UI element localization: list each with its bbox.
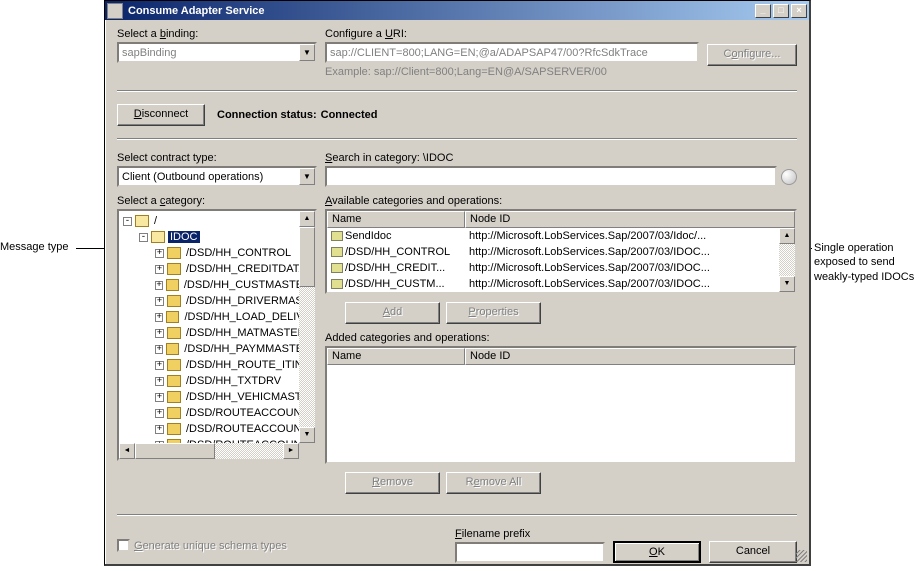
binding-value: sapBinding — [122, 47, 176, 59]
operation-icon — [331, 231, 343, 241]
uri-label: Configure a URI: — [325, 28, 699, 40]
scroll-left-icon[interactable]: ◄ — [119, 443, 135, 459]
available-label: Available categories and operations: — [325, 195, 797, 207]
tree-item[interactable]: +/DSD/HH_MATMASTER — [121, 325, 313, 341]
disconnect-button[interactable]: Disconnect — [117, 104, 205, 126]
schema-label: Generate unique schema types — [134, 540, 287, 552]
binding-combo[interactable]: sapBinding ▼ — [117, 42, 317, 63]
tree-item[interactable]: +/DSD/HH_TXTDRV — [121, 373, 313, 389]
divider-1 — [117, 90, 797, 92]
list-item[interactable]: /DSD/HH_CREDIT...http://Microsoft.LobSer… — [327, 260, 795, 276]
col-name[interactable]: Name — [327, 348, 465, 365]
add-button[interactable]: Add — [345, 302, 440, 324]
scroll-down-icon[interactable]: ▼ — [299, 427, 315, 443]
remove-all-button[interactable]: Remove All — [446, 472, 541, 494]
operation-icon — [331, 279, 343, 289]
search-label: Search in category: \IDOC — [325, 152, 797, 164]
tree-item[interactable]: +/DSD/ROUTEACCOUNT — [121, 405, 313, 421]
filename-label: Filename prefix — [455, 528, 605, 540]
contract-combo[interactable]: Client (Outbound operations) ▼ — [117, 166, 317, 187]
tree-item[interactable]: +/DSD/HH_CREDITDATA — [121, 261, 313, 277]
resize-grip-icon[interactable] — [795, 550, 807, 562]
available-listview[interactable]: Name Node ID SendIdochttp://Microsoft.Lo… — [325, 209, 797, 294]
binding-label: Select a binding: — [117, 28, 317, 40]
col-name[interactable]: Name — [327, 211, 465, 228]
window-title: Consume Adapter Service — [126, 5, 755, 17]
col-nodeid[interactable]: Node ID — [465, 348, 795, 365]
ok-button[interactable]: OK — [613, 541, 701, 563]
configure-button[interactable]: Configure... — [707, 44, 797, 66]
added-label: Added categories and operations: — [325, 332, 797, 344]
tree-item[interactable]: +/DSD/HH_ROUTE_ITINE — [121, 357, 313, 373]
tree-item[interactable]: +/DSD/HH_CONTROL — [121, 245, 313, 261]
uri-example: Example: sap://Client=800;Lang=EN@A/SAPS… — [325, 66, 699, 78]
connection-status: Connection status:Connected — [217, 109, 377, 121]
tree-item[interactable]: +/DSD/HH_DRIVERMAST — [121, 293, 313, 309]
tree-item[interactable]: +/DSD/HH_VEHICMAST — [121, 389, 313, 405]
titlebar[interactable]: Consume Adapter Service _ □ × — [105, 1, 809, 20]
chevron-down-icon: ▼ — [299, 168, 315, 185]
divider-2 — [117, 138, 797, 140]
tree-item[interactable]: +/DSD/ROUTEACCOUNT — [121, 421, 313, 437]
tree-scrollbar-v[interactable]: ▲ ▼ — [299, 211, 315, 459]
schema-checkbox-wrap[interactable]: Generate unique schema types — [117, 539, 447, 552]
cancel-button[interactable]: Cancel — [709, 541, 797, 563]
tree-item-idoc[interactable]: -IDOC — [121, 229, 313, 245]
tree-scrollbar-h[interactable]: ◄ ► — [119, 443, 299, 459]
category-label: Select a category: — [117, 195, 317, 207]
category-tree[interactable]: -/-IDOC+/DSD/HH_CONTROL+/DSD/HH_CREDITDA… — [117, 209, 317, 461]
tree-item[interactable]: +/DSD/HH_LOAD_DELIVE — [121, 309, 313, 325]
chevron-down-icon: ▼ — [299, 44, 315, 61]
list-item[interactable]: SendIdochttp://Microsoft.LobServices.Sap… — [327, 228, 795, 244]
divider-3 — [117, 514, 797, 516]
uri-value: sap://CLIENT=800;LANG=EN;@a/ADAPSAP47/00… — [330, 47, 648, 59]
col-nodeid[interactable]: Node ID — [465, 211, 795, 228]
annotation-single-operation: Single operation exposed to send weakly-… — [814, 241, 919, 284]
scroll-down-icon[interactable]: ▼ — [779, 276, 795, 292]
properties-button[interactable]: Properties — [446, 302, 541, 324]
scroll-up-icon[interactable]: ▲ — [779, 228, 795, 244]
schema-checkbox[interactable] — [117, 539, 130, 552]
dialog-window: Consume Adapter Service _ □ × Select a b… — [104, 0, 811, 566]
minimize-button[interactable]: _ — [755, 4, 771, 18]
operation-icon — [331, 263, 343, 273]
list-item[interactable]: /DSD/HH_CUSTM...http://Microsoft.LobServ… — [327, 276, 795, 292]
close-button[interactable]: × — [791, 4, 807, 18]
operation-icon — [331, 247, 343, 257]
remove-button[interactable]: Remove — [345, 472, 440, 494]
search-go-icon[interactable] — [781, 169, 797, 185]
scroll-right-icon[interactable]: ► — [283, 443, 299, 459]
tree-item[interactable]: +/DSD/HH_PAYMMASTER — [121, 341, 313, 357]
added-listview[interactable]: Name Node ID — [325, 346, 797, 464]
maximize-button[interactable]: □ — [773, 4, 789, 18]
ops-scrollbar-v[interactable]: ▲ ▼ — [779, 228, 795, 292]
filename-input[interactable] — [455, 542, 605, 563]
scroll-up-icon[interactable]: ▲ — [299, 211, 315, 227]
list-item[interactable]: /DSD/HH_CONTROLhttp://Microsoft.LobServi… — [327, 244, 795, 260]
tree-root[interactable]: -/ — [121, 213, 313, 229]
tree-item[interactable]: +/DSD/HH_CUSTMASTER — [121, 277, 313, 293]
annotation-message-type: Message type — [0, 241, 95, 253]
dialog-content: Select a binding: sapBinding ▼ Configure… — [105, 20, 809, 571]
uri-textbox: sap://CLIENT=800;LANG=EN;@a/ADAPSAP47/00… — [325, 42, 699, 63]
search-input[interactable] — [325, 166, 777, 187]
contract-value: Client (Outbound operations) — [122, 171, 263, 183]
contract-label: Select contract type: — [117, 152, 317, 164]
window-icon — [107, 3, 123, 19]
